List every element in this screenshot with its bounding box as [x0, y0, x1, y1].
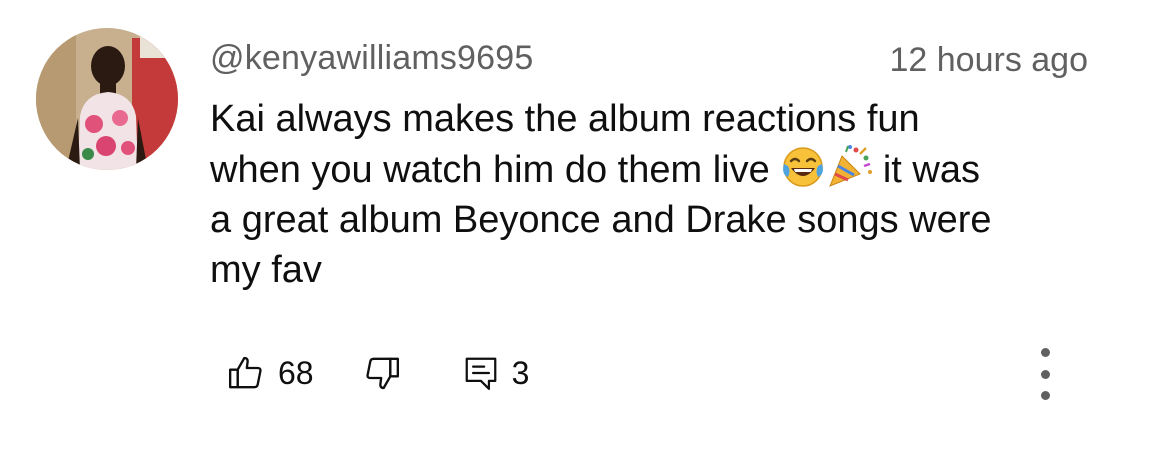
- comment-text-line: my fav: [210, 249, 322, 291]
- comment-text-line: a great album Beyonce and Drake songs we…: [210, 199, 992, 241]
- comment-text-line: Kai always makes the album reactions fun: [210, 98, 920, 140]
- party-popper-emoji-icon: [826, 144, 873, 188]
- comment-actions: 68 3: [226, 346, 529, 400]
- like-button[interactable]: 68: [226, 346, 314, 400]
- reply-button[interactable]: 3: [462, 346, 530, 400]
- thumbs-down-icon: [362, 353, 402, 393]
- avatar[interactable]: [36, 28, 178, 170]
- laughing-emoji-icon: [780, 144, 826, 188]
- comment-text-line: when you watch him do them live it was: [210, 144, 1100, 195]
- comment-author[interactable]: @kenyawilliams9695: [210, 36, 533, 80]
- reply-count: 3: [511, 355, 530, 391]
- dislike-button[interactable]: [362, 353, 402, 393]
- more-options-button[interactable]: [1030, 344, 1060, 404]
- more-dot: [1040, 391, 1050, 400]
- more-dot: [1040, 369, 1050, 379]
- like-count: 68: [278, 355, 314, 391]
- more-dot: [1040, 348, 1050, 357]
- comment-text-segment: it was: [872, 149, 980, 191]
- reply-icon: [462, 353, 500, 393]
- avatar-image: [36, 28, 178, 170]
- comment-text: Kai always makes the album reactions fun…: [210, 94, 1100, 295]
- thumbs-up-icon: [226, 353, 266, 393]
- comment-timestamp: 12 hours ago: [889, 41, 1089, 79]
- comment-text-segment: when you watch him do them live: [210, 149, 781, 191]
